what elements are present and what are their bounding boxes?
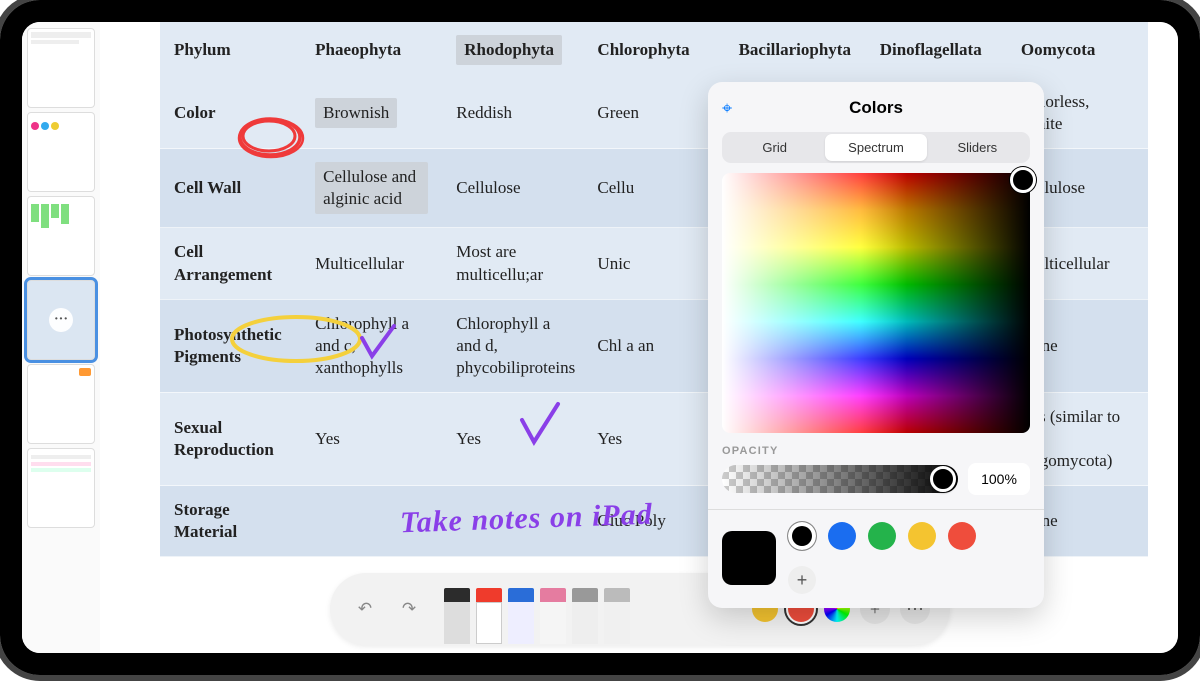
highlighter-tool[interactable] [508,588,534,644]
ruler-tool[interactable] [604,588,630,644]
tablet-frame: ··· Phylum Phaeophyta Rhodophyta Chlorop… [0,0,1200,675]
tab-spectrum[interactable]: Spectrum [825,134,926,161]
table-header: Phylum [160,22,301,78]
recent-color[interactable] [868,522,896,550]
color-picker-popover: ⌖ Colors Grid Spectrum Sliders OPACITY 1… [708,82,1044,608]
page-thumbnail[interactable] [27,364,95,444]
table-header: Phaeophyta [301,22,442,78]
table-header: Rhodophyta [442,22,583,78]
opacity-label: OPACITY [722,445,1030,457]
recent-color[interactable] [908,522,936,550]
tab-grid[interactable]: Grid [724,134,825,161]
opacity-value[interactable]: 100% [968,463,1030,495]
spectrum-field[interactable] [722,173,1030,433]
document-content[interactable]: Phylum Phaeophyta Rhodophyta Chlorophyta… [100,22,1178,653]
popover-title: Colors [849,98,903,118]
redo-button[interactable]: ↷ [394,594,424,624]
page-thumbnail[interactable] [27,196,95,276]
current-color-preview [722,531,776,585]
spectrum-cursor[interactable] [1010,167,1036,193]
color-mode-segment: Grid Spectrum Sliders [722,132,1030,163]
page-thumbnail[interactable] [27,28,95,108]
recent-color[interactable] [788,522,816,550]
page-thumbnail[interactable]: ··· [27,280,95,360]
tab-sliders[interactable]: Sliders [927,134,1028,161]
add-color-button[interactable]: + [788,566,816,594]
eraser-tool[interactable] [540,588,566,644]
page-thumbnails-sidebar: ··· [22,22,100,653]
lasso-tool[interactable] [572,588,598,644]
table-header: Chlorophyta [583,22,724,78]
pen-tool[interactable] [444,588,470,644]
marker-tool[interactable] [476,588,502,644]
page-thumbnail[interactable] [27,112,95,192]
opacity-knob[interactable] [930,466,956,492]
ellipsis-icon: ··· [49,308,73,332]
table-header: Oomycota [1007,22,1148,78]
recent-color[interactable] [828,522,856,550]
undo-button[interactable]: ↶ [350,594,380,624]
table-header: Dinoflagellata [866,22,1007,78]
table-header: Bacillariophyta [725,22,866,78]
page-thumbnail[interactable] [27,448,95,528]
eyedropper-icon[interactable]: ⌖ [722,98,732,119]
recent-color[interactable] [948,522,976,550]
opacity-slider[interactable] [722,465,958,493]
